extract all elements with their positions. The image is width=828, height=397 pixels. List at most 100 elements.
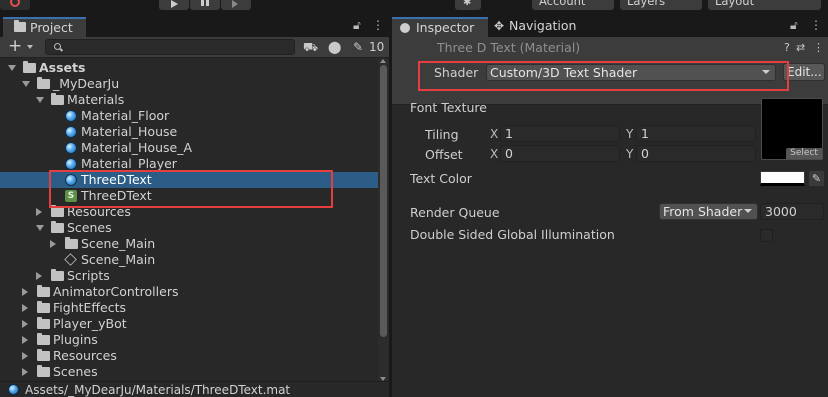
create-button[interactable]: + [8, 38, 22, 55]
tiling-x-label: X [490, 127, 499, 141]
tree-folder-row[interactable]: FightEffects [0, 300, 378, 316]
edit-shader-button[interactable]: Edit... [783, 63, 825, 81]
eyedropper-icon[interactable]: ✎ [808, 170, 825, 187]
cloud-button[interactable]: ✱ [455, 0, 481, 10]
text-color-swatch[interactable] [760, 171, 805, 186]
folder-icon [51, 205, 64, 217]
tiling-x-field[interactable]: 1 [500, 125, 620, 142]
foldout-closed-icon[interactable] [22, 336, 28, 344]
foldout-closed-icon[interactable] [22, 288, 28, 296]
layers-dropdown[interactable]: Layers [620, 0, 702, 10]
account-dropdown[interactable]: Account [532, 0, 614, 10]
render-queue-field[interactable]: 3000 [760, 203, 824, 220]
tree-folder-row[interactable]: Resources [0, 348, 378, 364]
offset-y-field[interactable]: 0 [636, 145, 756, 162]
search-input[interactable] [45, 39, 295, 55]
tab-project[interactable]: Project [3, 17, 86, 37]
play-button[interactable] [159, 0, 189, 10]
tree-folder-row[interactable]: Resources [0, 204, 378, 220]
pause-button[interactable] [190, 0, 220, 10]
tree-asset-row[interactable]: Material_House_A [0, 140, 378, 156]
foldout-open-icon[interactable] [22, 81, 30, 87]
tree-folder-row[interactable]: Scripts [0, 268, 378, 284]
render-queue-label: Render Queue [410, 205, 500, 220]
render-queue-dropdown[interactable]: From Shader [659, 203, 758, 220]
tab-navigation[interactable]: ✥ Navigation [492, 17, 582, 37]
filter-by-label-icon[interactable]: ⬤ [328, 40, 341, 54]
foldout-closed-icon[interactable] [22, 320, 28, 328]
kebab-menu-icon[interactable]: ⋮ [813, 41, 824, 54]
tree-folder-row[interactable]: Plugins [0, 332, 378, 348]
lock-icon[interactable]: 🔓︎ [353, 18, 361, 33]
foldout-closed-icon[interactable] [22, 368, 28, 376]
folder-icon [37, 365, 50, 377]
material-icon [65, 110, 77, 122]
tree-item-label: Materials [67, 92, 125, 107]
shader-icon: S [65, 190, 77, 202]
kebab-menu-icon[interactable]: ⋮ [372, 18, 384, 32]
foldout-closed-icon[interactable] [22, 352, 28, 360]
tree-folder-row[interactable]: Materials [0, 92, 378, 108]
foldout-closed-icon[interactable] [50, 240, 56, 248]
chevron-down-icon [762, 70, 770, 74]
folder-icon [37, 333, 50, 345]
foldout-closed-icon[interactable] [22, 304, 28, 312]
foldout-open-icon[interactable] [36, 225, 44, 231]
filter-by-type-icon[interactable]: ⛟ [303, 40, 318, 56]
lock-icon[interactable]: 🔓︎ [790, 18, 798, 33]
tree-item-label: Material_Player [81, 156, 177, 171]
material-icon [65, 126, 77, 138]
foldout-closed-icon[interactable] [36, 208, 42, 216]
layout-dropdown[interactable]: Layout [708, 0, 821, 10]
foldout-open-icon[interactable] [8, 65, 16, 71]
project-toolbar: + ⛟ ⬤ ✎ 10 [0, 37, 389, 58]
project-tree: Assets _MyDearJu Materials Material_Floor Ma… [0, 59, 378, 381]
offset-x-field[interactable]: 0 [500, 145, 620, 162]
folder-icon [37, 285, 50, 297]
chevron-down-icon [27, 45, 33, 49]
folder-icon [37, 317, 50, 329]
foldout-closed-icon[interactable] [36, 272, 42, 280]
dsgi-checkbox[interactable] [760, 229, 773, 242]
tree-item-label: ThreeDText [81, 188, 152, 203]
shader-dropdown[interactable]: Custom/3D Text Shader [486, 64, 776, 81]
tree-asset-row[interactable]: Material_House [0, 124, 378, 140]
tree-asset-row[interactable]: Material_Floor [0, 108, 378, 124]
scroll-up-arrow[interactable] [380, 59, 386, 63]
tree-asset-row[interactable]: Scene_Main [0, 252, 378, 268]
folder-icon [51, 93, 64, 105]
font-texture-slot[interactable]: Select [761, 98, 823, 160]
folder-icon [37, 301, 50, 313]
tree-folder-row[interactable]: Scenes [0, 364, 378, 380]
tree-asset-row[interactable]: Material_Player [0, 156, 378, 172]
texture-select-button[interactable]: Select [786, 148, 822, 159]
scroll-thumb[interactable] [380, 65, 387, 337]
tiling-y-field[interactable]: 1 [636, 125, 756, 142]
project-scrollbar[interactable] [378, 59, 389, 381]
tree-item-label: Plugins [53, 332, 98, 347]
tree-asset-row[interactable]: ThreeDText [0, 172, 378, 188]
material-icon [65, 174, 77, 186]
chevron-down-icon [659, 0, 668, 8]
collab-button[interactable] [0, 0, 30, 10]
folder-icon [65, 237, 78, 249]
tree-folder-row[interactable]: Scenes [0, 220, 378, 236]
folder-icon [51, 269, 64, 281]
hidden-packages-icon[interactable]: ✎ [353, 40, 363, 54]
tree-asset-row[interactable]: S ThreeDText [0, 188, 378, 204]
tree-item-label: Assets [39, 60, 86, 75]
tree-folder-row[interactable]: Scene_Main [0, 236, 378, 252]
tree-item-label: Material_House [81, 124, 178, 139]
tree-folder-row[interactable]: AnimatorControllers [0, 284, 378, 300]
tab-inspector[interactable]: Inspector [392, 17, 488, 37]
tree-item-label: Material_House_A [81, 140, 193, 155]
step-button[interactable] [221, 0, 251, 10]
foldout-open-icon[interactable] [36, 97, 44, 103]
help-icon[interactable]: ? [784, 41, 790, 54]
tree-folder-row[interactable]: Player_yBot [0, 316, 378, 332]
kebab-menu-icon[interactable]: ⋮ [810, 18, 822, 32]
tree-folder-row[interactable]: _MyDearJu [0, 76, 378, 92]
tree-folder-row[interactable]: Assets [0, 60, 378, 76]
chevron-down-icon [744, 209, 752, 213]
preset-icon[interactable]: ⇄ [796, 41, 805, 54]
